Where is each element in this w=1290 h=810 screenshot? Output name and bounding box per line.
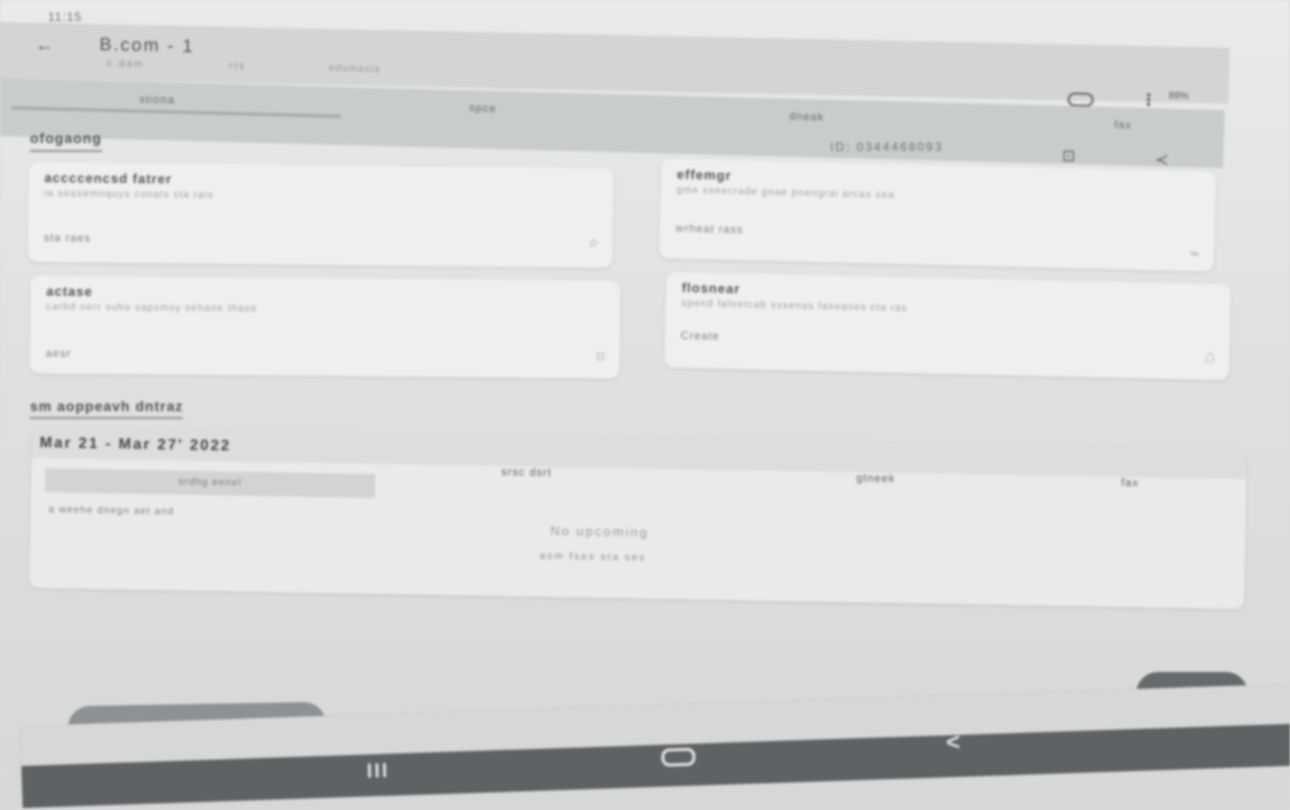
schedule-panel: Mar 21 - Mar 27' 2022 srdhg eenel srsc d… [29,428,1247,610]
schedule-note: a weehe dnegn aet and [48,504,175,518]
url-sub-2: rts [229,60,247,73]
schedule-column-2[interactable]: gtneek [856,472,895,485]
card-4[interactable]: flosnear spend faleetcab sssenas faseane… [663,271,1232,381]
status-time: 11:15 [48,10,83,24]
tab-2[interactable]: spce [469,102,497,115]
empty-state-title: No upcoming [550,523,650,540]
card-action[interactable]: sta raes [44,232,91,244]
card-description: gme sseecrade goae poengrai arcas sea [676,184,895,201]
card-action[interactable]: wrheat rass [675,223,743,237]
page-id: ID: 0344468093 [830,140,944,154]
tab-1[interactable]: stiona [139,94,175,107]
page-title: ofogaong [30,130,102,152]
tab-underline [11,106,342,118]
url-hint: edumasia [328,62,381,75]
navigation-bar: III < [20,683,1290,808]
card-action[interactable]: aesr [46,348,72,360]
card-title: effemgr [676,166,732,183]
section-title: sm aoppeavh dntraz [30,398,184,419]
toggle-icon[interactable] [1067,92,1094,107]
card-description: carbd nerr suho sapsmsy sehane thase [46,301,258,315]
schedule-column-1[interactable]: srsc dsrt [501,466,552,479]
card-title: actase [46,283,93,299]
card-action[interactable]: Create [681,330,720,343]
card-icon: ⌂ [1204,345,1216,367]
back-arrow-icon[interactable]: ← [35,35,53,56]
card-title: accccencsd fatrer [44,170,173,187]
schedule-button[interactable]: srdhg eenel [44,468,376,498]
back-icon[interactable]: < [946,729,961,757]
url-sub: c.dam [107,58,145,71]
battery-indicator: 88% [1168,90,1189,102]
home-icon[interactable] [661,747,696,767]
url-text[interactable]: B.com - 1 [99,34,194,57]
card-1[interactable]: accccencsd fatrer ia seasemnquys conats … [27,161,614,269]
card-description: spend faleetcab sssenas faseanes cta ras [681,297,908,315]
tab-3[interactable]: dneak [789,111,824,124]
card-icon: ⌕ [588,231,599,252]
card-2[interactable]: effemgr gme sseecrade goae poengrai arca… [658,158,1217,272]
card-title: flosnear [681,279,741,297]
share-icon[interactable]: ≺ [1155,150,1168,170]
card-icon: ⌁ [1189,243,1201,264]
camera-icon[interactable]: ⊡ [1062,146,1075,166]
status-bar: 11:15 [20,6,1220,26]
schedule-column-3[interactable]: fax [1121,477,1139,489]
tab-4[interactable]: fax [1114,119,1132,131]
recent-apps-icon[interactable]: III [366,760,389,784]
card-3[interactable]: actase carbd nerr suho sapsmsy sehane th… [29,275,621,379]
date-range[interactable]: Mar 21 - Mar 27' 2022 [40,434,232,454]
empty-state-subtitle: asm fses sta ses [539,550,647,564]
screen: 11:15 ← B.com - 1 c.dam rts edumasia 88%… [0,0,1290,810]
card-description: ia seasemnquys conats cta rais [44,188,214,201]
card-icon: ⌗ [595,346,606,367]
